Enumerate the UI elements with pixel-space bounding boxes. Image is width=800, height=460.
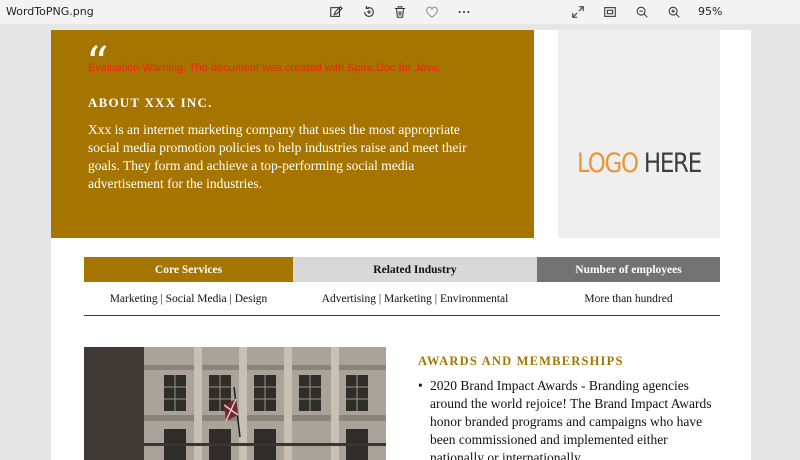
zoom-in-icon[interactable] [665,3,683,21]
table-header-row: Core Services Related Industry Number of… [84,257,720,282]
logo-word-here: HERE [643,148,702,179]
favorite-heart-icon[interactable] [423,3,441,21]
logo-word-logo: LOGO [577,148,639,179]
cell-number-of-employees: More than hundred [584,292,673,305]
rotate-icon[interactable] [360,3,378,21]
logo-text: LOGO HERE [570,148,708,179]
document-page: “ Evaluation Warning: The document was c… [51,30,751,460]
header-core-services: Core Services [84,257,293,282]
list-item: 2020 Brand Impact Awards - Branding agen… [418,377,718,460]
header-related-industry: Related Industry [293,257,537,282]
about-banner: “ Evaluation Warning: The document was c… [51,30,534,238]
zoom-level[interactable]: 95% [698,5,722,18]
edit-image-icon[interactable] [327,3,345,21]
cell-related-industry: Advertising | Marketing | Environmental [321,292,509,305]
company-info-table: Core Services Related Industry Number of… [84,257,720,316]
about-title: ABOUT XXX INC. [88,95,213,110]
cell-core-services: Marketing | Social Media | Design [109,292,268,305]
logo-placeholder: LOGO HERE [558,30,720,238]
expand-icon[interactable] [569,3,587,21]
zoom-out-icon[interactable] [633,3,651,21]
table-divider [84,315,720,316]
file-name: WordToPNG.png [6,5,94,18]
fit-screen-icon[interactable] [601,3,619,21]
evaluation-warning: Evaluation Warning: The document was cre… [88,62,441,74]
delete-icon[interactable] [391,3,409,21]
building-photo [84,347,386,460]
awards-list: 2020 Brand Impact Awards - Branding agen… [418,377,718,460]
awards-title: AWARDS AND MEMBERSHIPS [418,354,624,368]
header-number-of-employees: Number of employees [537,257,720,282]
title-bar: WordToPNG.png 95% [0,0,800,24]
table-row: Marketing | Social Media | Design Advert… [84,282,720,315]
more-options-icon[interactable] [455,3,473,21]
about-text: Xxx is an internet marketing company tha… [88,122,467,191]
